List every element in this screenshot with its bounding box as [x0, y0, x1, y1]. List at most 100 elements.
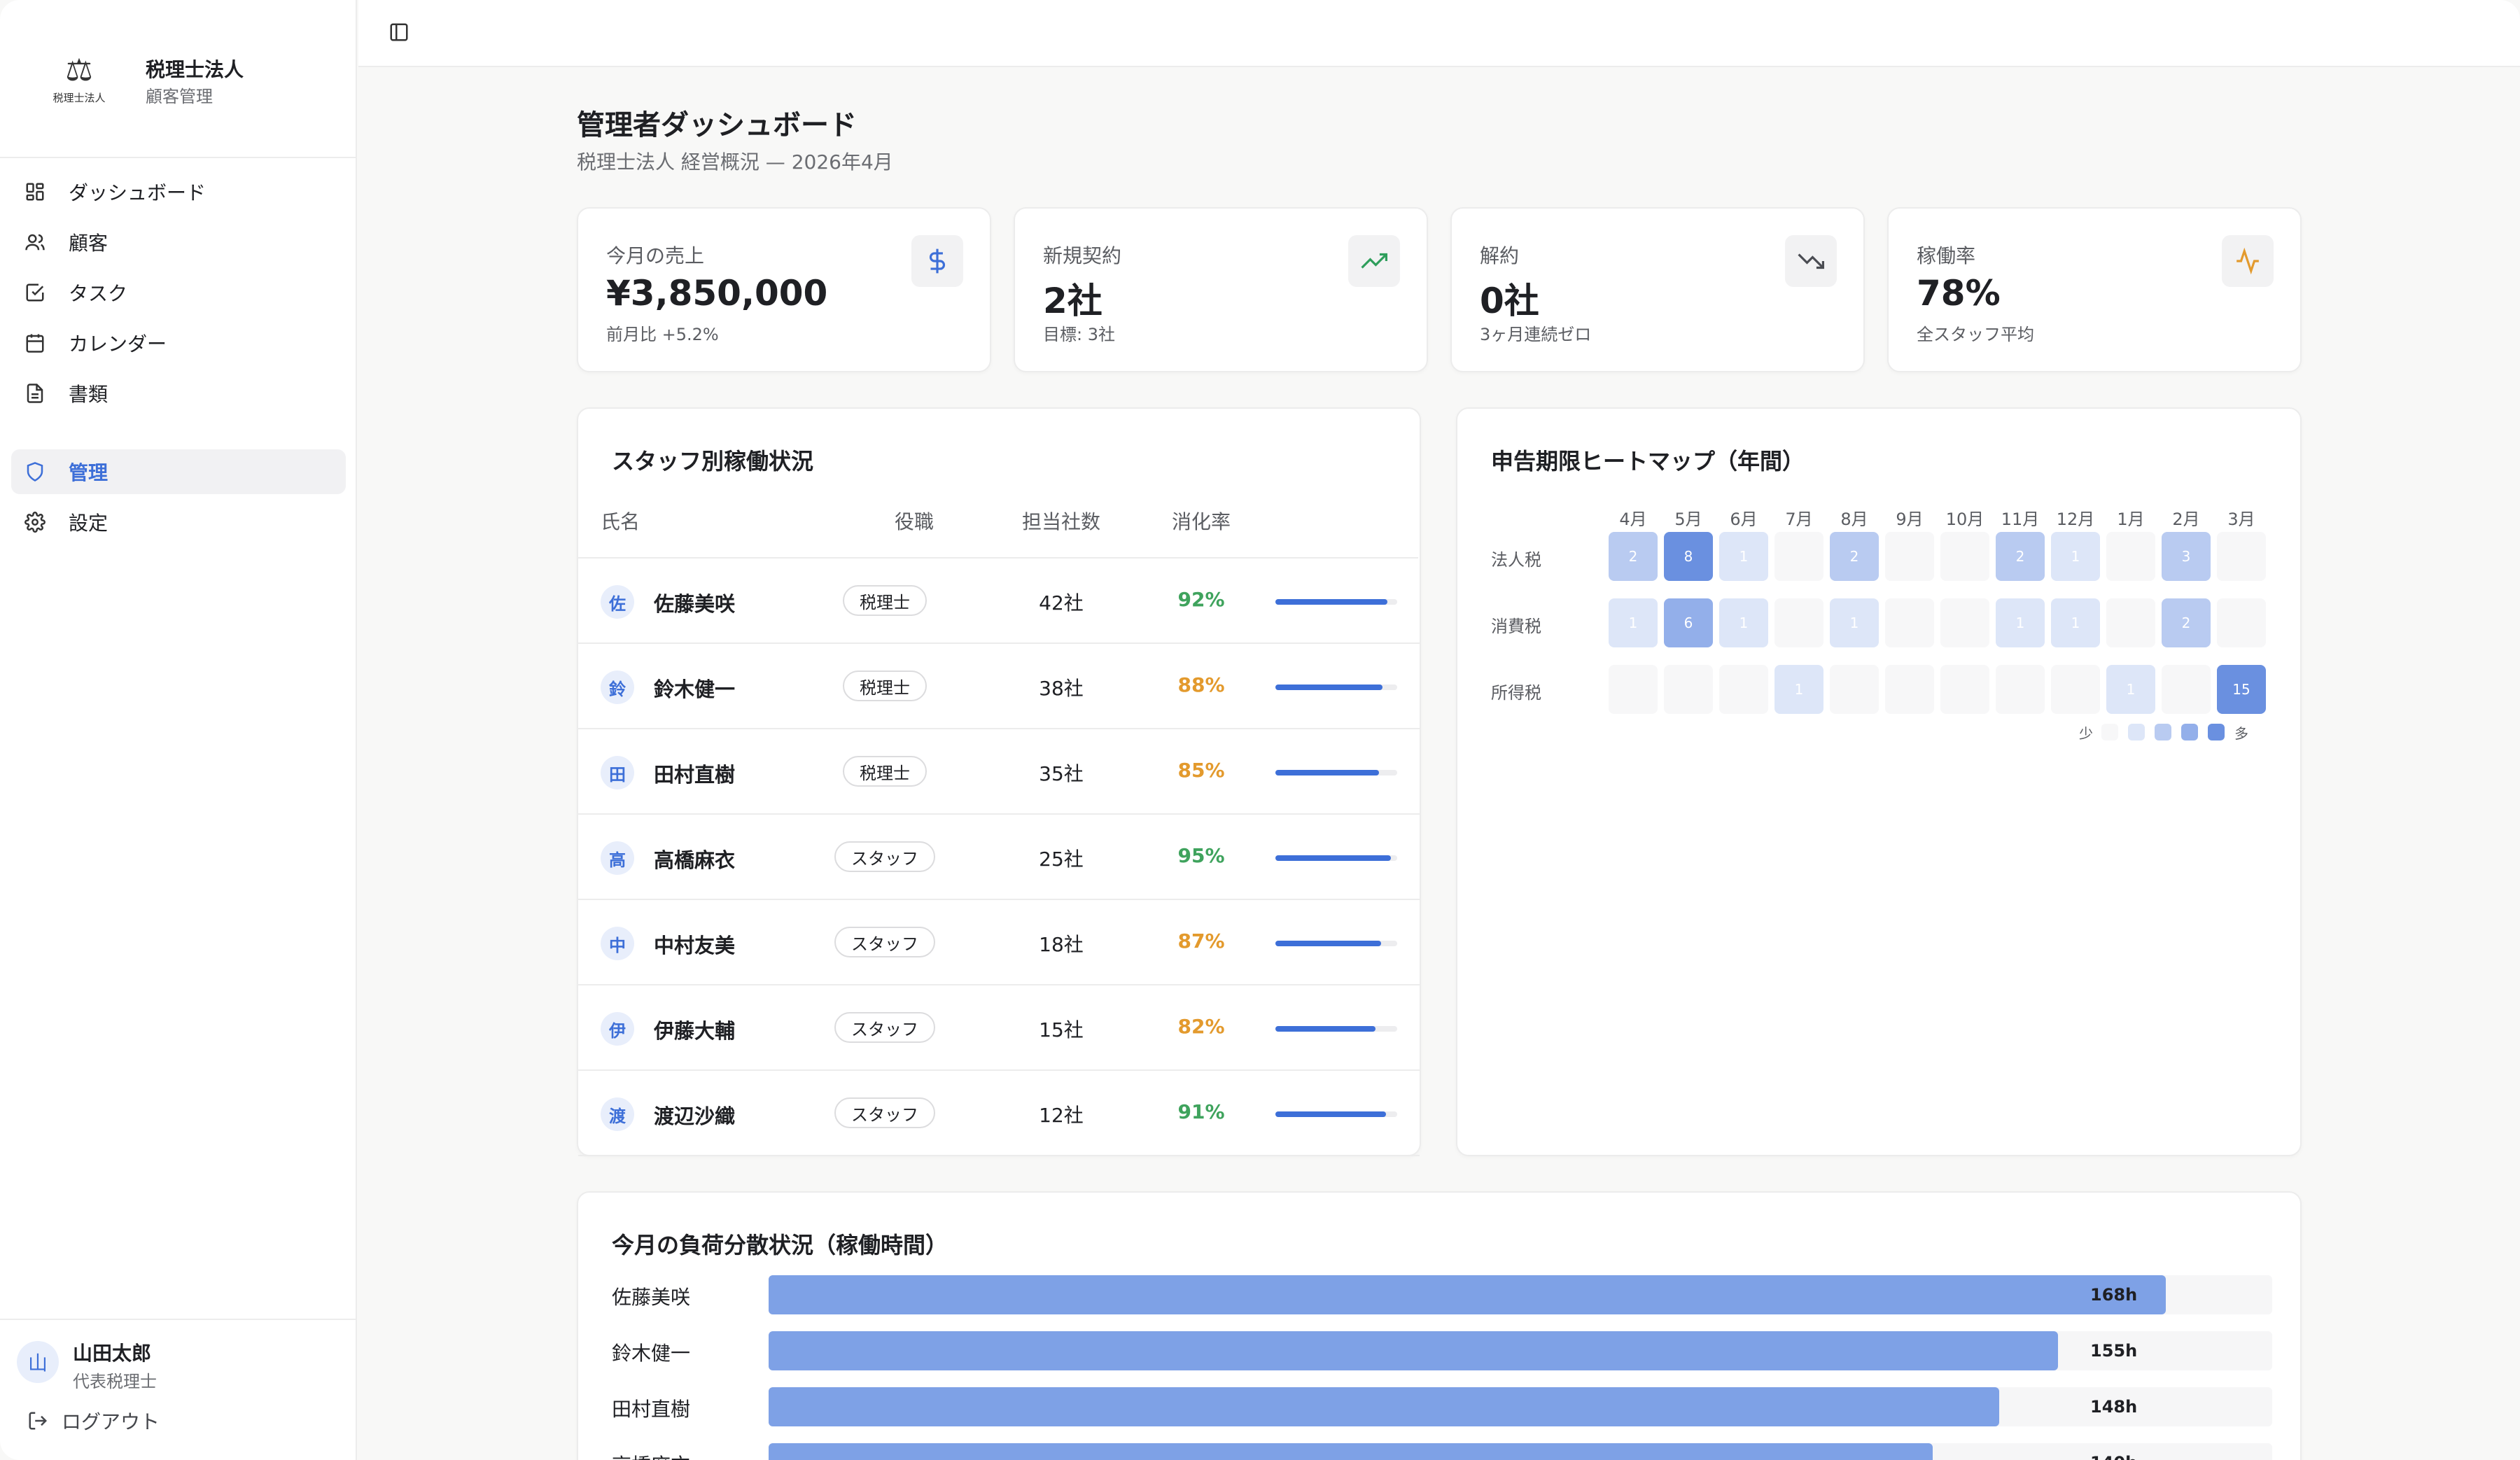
heatmap-cell[interactable]: 1: [1719, 532, 1768, 581]
heatmap-cell[interactable]: 1: [1719, 598, 1768, 647]
dollar-icon: [911, 235, 963, 287]
heatmap-cell[interactable]: [1609, 665, 1658, 714]
staff-avatar: 田: [601, 756, 634, 789]
heatmap-cell[interactable]: [1774, 532, 1823, 581]
heatmap-cell[interactable]: 8: [1664, 532, 1713, 581]
progress-bar: [1275, 855, 1397, 861]
table-row[interactable]: 田田村直樹 税理士 35社 85%: [578, 729, 1420, 815]
heatmap-month-label: 3月: [2227, 510, 2255, 529]
table-row[interactable]: 渡渡辺沙織 スタッフ 12社 91%: [578, 1071, 1420, 1156]
client-count: 25社: [1039, 848, 1084, 871]
progress-bar: [1275, 941, 1397, 946]
heatmap-cell[interactable]: 1: [2051, 532, 2100, 581]
heatmap-cell[interactable]: 1: [1996, 598, 2045, 647]
sidebar-item-label: 顧客: [69, 232, 108, 255]
heatmap-cell[interactable]: [1885, 665, 1934, 714]
client-count: 15社: [1039, 1018, 1084, 1041]
sidebar-item-settings[interactable]: 設定: [11, 500, 346, 545]
table-row[interactable]: 伊伊藤大輔 スタッフ 15社 82%: [578, 985, 1420, 1071]
heatmap-cell[interactable]: [2217, 532, 2266, 581]
sidebar-footer-divider: [0, 1319, 356, 1320]
sidebar-item-admin[interactable]: 管理: [11, 449, 346, 494]
logout-button[interactable]: ログアウト: [25, 1407, 160, 1435]
staff-avatar: 渡: [601, 1097, 634, 1131]
load-staff-name: 高橋麻衣: [612, 1450, 690, 1460]
table-row[interactable]: 佐佐藤美咲 税理士 42社 92%: [578, 559, 1420, 644]
heatmap-cell[interactable]: 1: [2051, 598, 2100, 647]
progress-bar: [1275, 1026, 1397, 1032]
heatmap-cell[interactable]: [1940, 598, 1989, 647]
heatmap-cell[interactable]: [1830, 665, 1879, 714]
heatmap-cell[interactable]: [2106, 532, 2155, 581]
heatmap-cell[interactable]: 6: [1664, 598, 1713, 647]
heatmap-month-label: 9月: [1896, 510, 1924, 529]
sidebar-item-clients[interactable]: 顧客: [11, 220, 346, 265]
sidebar-toggle-button[interactable]: [385, 20, 413, 48]
heatmap-cell[interactable]: 2: [1830, 532, 1879, 581]
heatmap-cell[interactable]: 3: [2162, 532, 2211, 581]
sidebar-item-calendar[interactable]: カレンダー: [11, 321, 346, 365]
legend-swatch: [2208, 724, 2225, 740]
heatmap-cell[interactable]: [1774, 598, 1823, 647]
check-square-icon: [21, 279, 49, 307]
heatmap-cell[interactable]: 2: [2162, 598, 2211, 647]
sidebar-item-label: ダッシュボード: [69, 181, 206, 204]
calendar-icon: [21, 329, 49, 357]
avatar[interactable]: 山: [17, 1341, 59, 1383]
heatmap-cell[interactable]: [2051, 665, 2100, 714]
heatmap-cell[interactable]: 15: [2217, 665, 2266, 714]
scales-icon: ⚖: [65, 52, 93, 88]
heatmap-cell[interactable]: 1: [1830, 598, 1879, 647]
table-row[interactable]: 鈴鈴木健一 税理士 38社 88%: [578, 644, 1420, 729]
heatmap-month-label: 11月: [2001, 510, 2040, 529]
column-header-rate: 消化率: [1171, 510, 1231, 533]
progress-bar-fill: [1275, 941, 1382, 946]
sidebar-item-tasks[interactable]: タスク: [11, 270, 346, 315]
load-card: 今月の負荷分散状況（稼働時間） 佐藤美咲 168h 鈴木健一 155h 田村直樹 148h…: [577, 1191, 2302, 1460]
stat-label: 稼働率: [1917, 244, 1976, 267]
heatmap-month-label: 6月: [1730, 510, 1758, 529]
heatmap-cell[interactable]: [1940, 665, 1989, 714]
heatmap-row-label: 消費税: [1491, 617, 1541, 636]
heatmap-cell[interactable]: [1664, 665, 1713, 714]
staff-name: 渡辺沙織: [654, 1104, 736, 1128]
load-bar-fill: [769, 1387, 2000, 1426]
legend-high-label: 多: [2234, 725, 2248, 742]
role-badge: 税理士: [843, 585, 927, 616]
heatmap-card: 申告期限ヒートマップ（年間） 4月 5月 6月 7月 8月 9月 10月 11月 12月 1月 2月…: [1456, 407, 2302, 1156]
staff-avatar: 高: [601, 841, 634, 875]
section-title: 申告期限ヒートマップ（年間）: [1491, 448, 1805, 475]
heatmap-month-label: 4月: [1619, 510, 1647, 529]
heatmap-cell[interactable]: [1885, 598, 1934, 647]
heatmap-cell[interactable]: [2106, 598, 2155, 647]
heatmap-cell[interactable]: [1719, 665, 1768, 714]
staff-avatar: 中: [601, 927, 634, 960]
staff-name: 鈴木健一: [654, 678, 736, 701]
heatmap-cell[interactable]: 2: [1996, 532, 2045, 581]
heatmap-cell[interactable]: [1996, 665, 2045, 714]
legend-swatch: [2101, 724, 2118, 740]
staff-name: 田村直樹: [654, 763, 736, 787]
legend-swatch: [2181, 724, 2198, 740]
load-hours: 155h: [2090, 1341, 2138, 1361]
heatmap-cell[interactable]: [1940, 532, 1989, 581]
shield-icon: [21, 458, 49, 486]
completion-rate: 88%: [1177, 673, 1225, 696]
heatmap-cell[interactable]: 1: [2106, 665, 2155, 714]
page-subtitle: 税理士法人 経営概況 — 2026年4月: [577, 150, 893, 174]
staff-avatar: 佐: [601, 585, 634, 619]
progress-bar-fill: [1275, 1111, 1387, 1117]
heatmap-cell[interactable]: [1885, 532, 1934, 581]
heatmap-cell[interactable]: 2: [1609, 532, 1658, 581]
load-staff-name: 鈴木健一: [612, 1342, 691, 1365]
heatmap-cell[interactable]: 1: [1774, 665, 1823, 714]
table-row[interactable]: 中中村友美 スタッフ 18社 87%: [578, 900, 1420, 985]
heatmap-cell[interactable]: 1: [1609, 598, 1658, 647]
table-row[interactable]: 高高橋麻衣 スタッフ 25社 95%: [578, 815, 1420, 900]
progress-bar: [1275, 599, 1397, 605]
sidebar-item-documents[interactable]: 書類: [11, 371, 346, 416]
heatmap-cell[interactable]: [2217, 598, 2266, 647]
stat-label: 新規契約: [1043, 244, 1122, 267]
sidebar-item-dashboard[interactable]: ダッシュボード: [11, 169, 346, 214]
heatmap-cell[interactable]: [2162, 665, 2211, 714]
